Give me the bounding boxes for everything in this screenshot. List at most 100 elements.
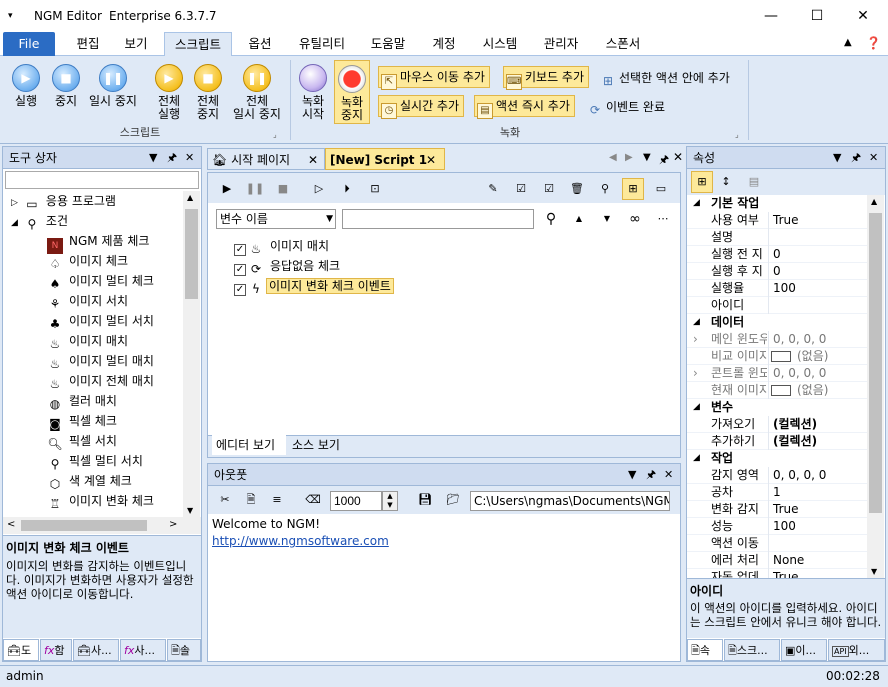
tab-toolbox[interactable]: 🧰︎도 <box>3 639 39 661</box>
search-icon[interactable]: ⚲ <box>594 178 616 200</box>
tab-script[interactable]: 스크립트 <box>164 32 232 57</box>
property-row[interactable]: 액션 이동 <box>687 535 867 552</box>
tab-script-list[interactable]: 🗎스크... <box>724 639 780 661</box>
add-in-selected-button[interactable]: ⊞ 선택한 액션 안에 추가 <box>600 69 730 89</box>
delete-icon[interactable]: 🗑︎ <box>566 178 588 200</box>
property-value[interactable]: (컬렉션) <box>773 433 817 450</box>
monitor-icon[interactable]: ▭ <box>650 178 672 200</box>
scroll-thumb[interactable] <box>869 213 882 513</box>
property-category[interactable]: ◢ 작업 <box>687 450 867 467</box>
maximize-icon[interactable]: ☐ <box>794 0 840 32</box>
property-value[interactable]: True <box>773 501 799 518</box>
tree-item-image-multi-check[interactable]: ♠ 이미지 멀티 체크 <box>47 271 154 291</box>
collapse-icon[interactable]: ◢ <box>11 218 18 228</box>
tree-item-image-check[interactable]: ♤ 이미지 체크 <box>47 251 128 271</box>
check-all-icon[interactable]: ☑ <box>510 178 532 200</box>
tree-item-image-multi-search[interactable]: ♣ 이미지 멀티 서치 <box>47 311 154 331</box>
add-instant-button[interactable]: ▤ 액션 즉시 추가 <box>474 95 575 119</box>
property-row[interactable]: 변화 감지 True <box>687 501 867 518</box>
collapse-ribbon-icon[interactable]: ▲ <box>844 37 852 48</box>
pin-icon[interactable]: 🖈 <box>851 147 861 169</box>
eraser-icon[interactable]: ⌫ <box>302 489 324 511</box>
tab-editor-view[interactable]: 에디터 보기 <box>212 435 286 455</box>
property-value[interactable]: 0, 0, 0, 0 <box>773 331 826 348</box>
property-row[interactable]: 가져오기 (컬렉션) <box>687 416 867 433</box>
tree-view-icon[interactable]: ⊞ <box>622 178 644 200</box>
scroll-down-icon[interactable]: ▼ <box>871 567 877 576</box>
group-launcher-icon[interactable]: ⌟ <box>735 130 739 139</box>
variable-input[interactable] <box>342 209 534 229</box>
dropdown-icon[interactable]: ▼ <box>149 147 157 169</box>
tree-item-pixel-multi-search[interactable]: ⚲ 픽셀 멀티 서치 <box>47 451 143 471</box>
file-menu[interactable]: File <box>3 32 55 56</box>
property-pages-icon[interactable]: ▤ <box>743 171 765 193</box>
scroll-thumb[interactable] <box>185 209 198 299</box>
tab-admin[interactable]: 관리자 <box>536 32 586 56</box>
property-value[interactable]: 100 <box>773 280 796 297</box>
property-row[interactable]: 비교 이미지 (없음) <box>687 348 867 365</box>
property-value[interactable]: (없음) <box>797 382 828 399</box>
scroll-thumb[interactable] <box>21 520 147 531</box>
stop-script-icon[interactable]: ■ <box>272 178 294 200</box>
minimize-icon[interactable]: — <box>748 0 794 32</box>
collapse-icon[interactable]: ◢ <box>693 399 700 416</box>
clean-icon[interactable]: ✂ <box>214 489 236 511</box>
property-row[interactable]: › 메인 윈도우 0, 0, 0, 0 <box>687 331 867 348</box>
tree-item-condition[interactable]: ◢ ⚲ 조건 <box>11 211 68 231</box>
run-all-button[interactable]: ▶ 전체 실행 <box>150 64 188 121</box>
scroll-down-icon[interactable]: ▼ <box>187 506 193 515</box>
toolbox-hscrollbar[interactable]: < > <box>3 517 201 534</box>
property-row[interactable]: 실행율 100 <box>687 280 867 297</box>
property-value[interactable]: (컬렉션) <box>773 416 817 433</box>
down-icon[interactable]: ▼ <box>596 208 618 230</box>
pin-icon[interactable]: 🖈 <box>646 464 656 486</box>
checkbox[interactable]: ✓ <box>234 244 246 256</box>
step-over-icon[interactable]: ⊡ <box>364 178 386 200</box>
property-value[interactable]: 100 <box>773 518 796 535</box>
tree-item-color-family[interactable]: ⬡ 색 계열 체크 <box>47 471 132 491</box>
tree-item-image-match[interactable]: ♨ 이미지 매치 <box>47 331 128 351</box>
tab-edit[interactable]: 편집 <box>66 32 110 56</box>
tree-item-color-match[interactable]: ◍ 컬러 매치 <box>47 391 117 411</box>
tree-item-app[interactable]: ▷ ▭ 응용 프로그램 <box>11 191 116 211</box>
scroll-up-icon[interactable]: ▲ <box>871 197 877 206</box>
property-row[interactable]: 사용 여부 True <box>687 212 867 229</box>
expand-icon[interactable]: ▷ <box>11 198 18 208</box>
close-icon[interactable]: ✕ <box>673 150 683 164</box>
tab-scroll-right-icon[interactable]: ▶ <box>625 152 633 163</box>
property-value[interactable]: True <box>773 212 799 229</box>
pause-all-button[interactable]: ❚❚ 전체 일시 중지 <box>228 64 286 121</box>
property-row[interactable]: 실행 전 지 0 <box>687 246 867 263</box>
close-icon[interactable]: ✕ <box>869 147 878 169</box>
tab-properties[interactable]: 🗎속 <box>687 639 723 661</box>
tree-item-image-multi-match[interactable]: ♨ 이미지 멀티 매치 <box>47 351 154 371</box>
add-mouse-move-button[interactable]: ⇱ 마우스 이동 추가 <box>378 66 490 90</box>
property-row[interactable]: 설명 <box>687 229 867 246</box>
search-icon[interactable]: ⚲ <box>540 208 562 230</box>
lines-icon[interactable]: ≡ <box>266 489 288 511</box>
group-launcher-icon[interactable]: ⌟ <box>273 130 277 139</box>
tree-item-ngm-check[interactable]: N NGM 제품 체크 <box>47 231 149 254</box>
close-window-icon[interactable]: ✕ <box>840 0 886 32</box>
event-complete-button[interactable]: ⟳ 이벤트 완료 <box>587 98 665 118</box>
expand-icon[interactable]: › <box>693 365 698 382</box>
tree-item-image-change[interactable]: ♖ 이미지 변화 체크 <box>47 491 154 511</box>
dropdown-icon[interactable]: ▼ <box>643 152 651 163</box>
scroll-right-icon[interactable]: > <box>169 519 177 530</box>
property-row[interactable]: 감지 영역 0, 0, 0, 0 <box>687 467 867 484</box>
variable-select[interactable]: 변수 이름 ▼ <box>216 209 336 229</box>
tab-sponsor[interactable]: 스폰서 <box>598 32 648 56</box>
add-keyboard-button[interactable]: ⌨ 키보드 추가 <box>503 66 590 90</box>
collapse-icon[interactable]: ◢ <box>693 195 700 212</box>
line-count-input[interactable] <box>330 491 382 511</box>
tree-item-image-search[interactable]: ⚘ 이미지 서치 <box>47 291 128 311</box>
tab-external[interactable]: API 외... <box>828 639 885 661</box>
property-row[interactable]: › 콘트롤 윈도 0, 0, 0, 0 <box>687 365 867 382</box>
property-row[interactable]: 현재 이미지 (없음) <box>687 382 867 399</box>
checkbox[interactable]: ✓ <box>234 284 246 296</box>
pause-script-icon[interactable]: ❚❚ <box>244 178 266 200</box>
properties-scrollbar[interactable]: ▲ ▼ <box>867 195 884 578</box>
close-icon[interactable]: ✕ <box>664 464 673 486</box>
up-icon[interactable]: ▲ <box>568 208 590 230</box>
collapse-icon[interactable]: ◢ <box>693 450 700 467</box>
